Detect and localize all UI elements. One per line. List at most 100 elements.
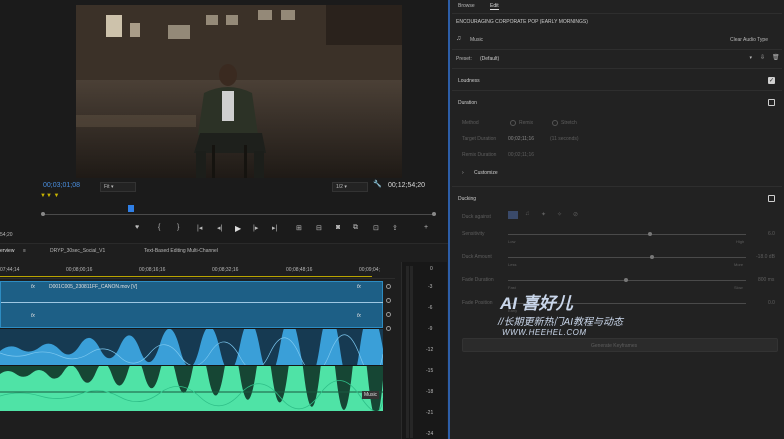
- ducking-label: Ducking: [458, 196, 477, 202]
- track-handle-icon[interactable]: [386, 284, 391, 289]
- step-forward-icon[interactable]: |▸: [253, 224, 258, 232]
- ruler-label: 00;08;00;16: [66, 267, 93, 273]
- method-label: Method: [462, 120, 479, 126]
- vr-video-icon[interactable]: ⇪: [392, 224, 398, 232]
- current-timecode[interactable]: 00;03;01;08: [43, 182, 80, 189]
- target-duration-value[interactable]: 00;02;11;16: [508, 136, 534, 142]
- add-button-icon[interactable]: +: [424, 224, 428, 231]
- track-handle-icon[interactable]: [386, 298, 391, 303]
- video-clip[interactable]: D001C005_230811FF_CANON.mov [V] fx fx fx…: [0, 281, 383, 328]
- play-icon[interactable]: ▶: [235, 224, 241, 233]
- ruler-label: 00;09;04;: [359, 267, 380, 273]
- ducking-checkbox[interactable]: [768, 195, 775, 202]
- export-frame-icon[interactable]: ◙: [336, 224, 340, 231]
- duck-against-label: Duck against: [462, 214, 491, 220]
- tab-dryp-social[interactable]: DRYP_30sec_Social_V1: [50, 248, 105, 254]
- meter-scale-label: -3: [428, 284, 433, 290]
- chevron-down-icon: ▾: [749, 55, 752, 61]
- remix-radio[interactable]: [510, 120, 516, 126]
- clip-title: ENCOURAGING CORPORATE POP (EARLY MORNING…: [456, 19, 588, 25]
- loudness-label: Loudness: [458, 78, 480, 84]
- tab-overview[interactable]: erview: [0, 248, 14, 254]
- scrub-start-handle[interactable]: [41, 212, 45, 216]
- preset-value: (Default): [480, 56, 500, 62]
- meter-scale-label: -15: [426, 368, 434, 374]
- fit-value: Fit: [104, 184, 110, 190]
- music-note-icon: ♫: [456, 35, 462, 42]
- meter-bar-right: [410, 266, 413, 438]
- ambience-icon[interactable]: ✧: [557, 211, 562, 218]
- resolution-dropdown[interactable]: 1/2 ▾: [332, 182, 368, 192]
- mark-in-icon[interactable]: {: [158, 224, 160, 231]
- timeline-ruler[interactable]: 07;44;14 00;08;00;16 00;08;16;16 00;08;3…: [0, 263, 395, 279]
- customize-label[interactable]: Customize: [474, 170, 498, 176]
- dialogue-icon[interactable]: [508, 211, 518, 219]
- stretch-radio[interactable]: [552, 120, 558, 126]
- monitor-playhead[interactable]: [128, 205, 134, 212]
- tab-edit[interactable]: Edit: [490, 3, 499, 10]
- tab-browse[interactable]: Browse: [458, 3, 475, 9]
- meter-scale-label: 0: [430, 266, 433, 272]
- overwrite-icon[interactable]: ⊟: [316, 224, 322, 232]
- work-area-bar[interactable]: [0, 276, 372, 277]
- monitor-scrub-bar[interactable]: [43, 214, 436, 215]
- track-handle-icon[interactable]: [386, 326, 391, 331]
- save-preset-icon[interactable]: ⇩: [760, 54, 765, 61]
- go-to-out-icon[interactable]: ▸|: [272, 224, 277, 232]
- loudness-checkbox[interactable]: [768, 77, 775, 84]
- sensitivity-slider[interactable]: [508, 234, 746, 235]
- audio-waveform-green[interactable]: [0, 366, 383, 411]
- fade-duration-value[interactable]: 800 ms: [758, 277, 774, 283]
- duration-checkbox[interactable]: [768, 99, 775, 106]
- mark-out-icon[interactable]: }: [177, 224, 179, 231]
- insert-icon[interactable]: ⊞: [296, 224, 302, 232]
- preset-dropdown[interactable]: (Default) ▾: [478, 53, 754, 64]
- delete-preset-icon[interactable]: 🗑: [772, 54, 780, 61]
- ruler-label: 07;44;14: [0, 267, 20, 273]
- fade-position-value[interactable]: 0.0: [768, 300, 775, 306]
- clear-audio-type-button[interactable]: Clear Audio Type: [730, 37, 768, 43]
- left-panel: 00;03;01;08 Fit ▾ 1/2 ▾ 🔧 00;12;54;20 ▼▼…: [0, 0, 448, 439]
- ruler-label: 00;08;48;16: [286, 267, 313, 273]
- fit-dropdown[interactable]: Fit ▾: [100, 182, 136, 192]
- divider: [452, 13, 782, 14]
- duck-amount-knob[interactable]: [650, 255, 654, 259]
- add-marker-icon[interactable]: ♥: [135, 224, 139, 231]
- step-back-icon[interactable]: ◂|: [217, 224, 222, 232]
- meter-scale-label: -9: [428, 326, 433, 332]
- remix-duration-label: Remix Duration: [462, 152, 497, 158]
- divider: [452, 90, 782, 91]
- essential-sound-panel: Browse Edit ENCOURAGING CORPORATE POP (E…: [448, 0, 784, 439]
- sensitivity-knob[interactable]: [648, 232, 652, 236]
- scrub-end-handle[interactable]: [432, 212, 436, 216]
- meter-scale-label: -21: [426, 410, 434, 416]
- proxy-toggle-icon[interactable]: ⊡: [373, 224, 379, 232]
- wrench-icon[interactable]: 🔧: [373, 180, 382, 188]
- total-duration: 00;12;54;20: [388, 182, 425, 189]
- audio-meter: 0 -3 -6 -9 -12 -15 -18 -21 -24: [401, 262, 447, 439]
- resolution-value: 1/2: [336, 184, 343, 190]
- comparison-view-icon[interactable]: ⧉: [353, 224, 358, 232]
- audio-waveform-blue[interactable]: [0, 329, 383, 365]
- expand-arrow-icon[interactable]: ›: [462, 170, 464, 176]
- duration-label: Duration: [458, 100, 477, 106]
- generate-keyframes-label: Generate Keyframes: [591, 343, 638, 349]
- stretch-label: Stretch: [561, 120, 577, 126]
- sensitivity-value[interactable]: 6.0: [768, 231, 775, 237]
- sfx-icon[interactable]: ✦: [541, 211, 546, 218]
- unassigned-icon[interactable]: ⊘: [573, 211, 578, 218]
- tab-text-based-editing[interactable]: Text-Based Editing Multi-Channel: [144, 248, 218, 254]
- program-video-frame[interactable]: [76, 5, 402, 178]
- video-still: [76, 5, 402, 178]
- duck-amount-value[interactable]: -18.0 dB: [756, 254, 775, 260]
- fade-duration-knob[interactable]: [624, 278, 628, 282]
- duck-amount-slider[interactable]: [508, 257, 746, 258]
- sensitivity-label: Sensitivity: [462, 231, 485, 237]
- duck-amount-label: Duck Amount: [462, 254, 492, 260]
- music-icon[interactable]: ♫: [525, 211, 530, 217]
- more-label: More: [734, 262, 744, 267]
- go-to-in-icon[interactable]: |◂: [197, 224, 202, 232]
- watermark-logo: AI 喜好儿: [500, 294, 573, 313]
- tab-menu-icon[interactable]: ≡: [23, 248, 26, 254]
- track-handle-icon[interactable]: [386, 312, 391, 317]
